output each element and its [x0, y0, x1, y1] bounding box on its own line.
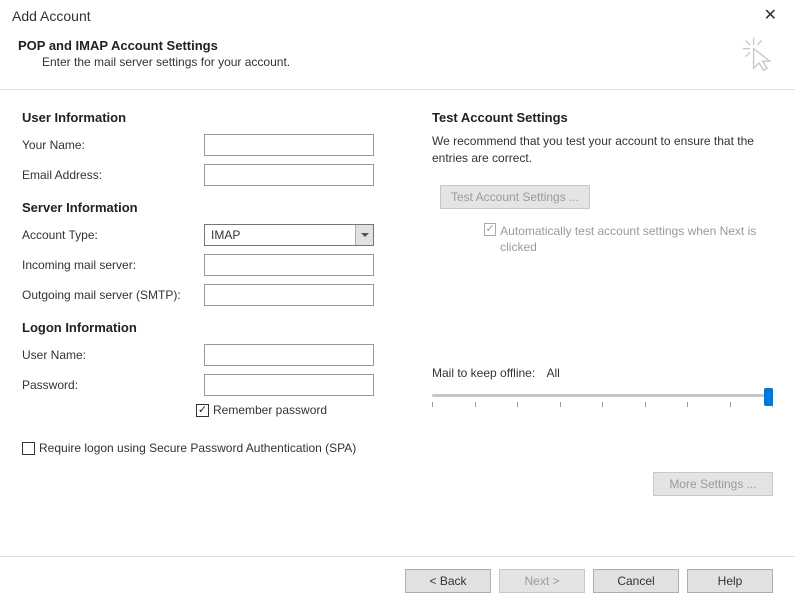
logon-information-heading: Logon Information: [22, 320, 402, 335]
require-spa-checkbox[interactable]: [22, 442, 35, 455]
username-label: User Name:: [22, 348, 204, 362]
header-subheading: Enter the mail server settings for your …: [18, 55, 777, 69]
mail-offline-value: All: [547, 366, 560, 380]
outgoing-server-label: Outgoing mail server (SMTP):: [22, 288, 204, 302]
incoming-server-input[interactable]: [204, 254, 374, 276]
mail-offline-slider[interactable]: [432, 390, 773, 414]
slider-thumb[interactable]: [764, 388, 773, 406]
slider-ticks: [432, 402, 773, 407]
your-name-input[interactable]: [204, 134, 374, 156]
test-account-settings-heading: Test Account Settings: [432, 110, 773, 125]
dialog-footer: < Back Next > Cancel Help: [0, 556, 795, 605]
incoming-server-label: Incoming mail server:: [22, 258, 204, 272]
password-input[interactable]: [204, 374, 374, 396]
password-label: Password:: [22, 378, 204, 392]
email-address-input[interactable]: [204, 164, 374, 186]
next-button[interactable]: Next >: [499, 569, 585, 593]
server-information-heading: Server Information: [22, 200, 402, 215]
remember-password-label: Remember password: [213, 403, 327, 417]
chevron-down-icon: [361, 233, 369, 237]
cursor-click-icon: [741, 36, 777, 72]
dialog-header: POP and IMAP Account Settings Enter the …: [0, 30, 795, 90]
test-account-description: We recommend that you test your account …: [432, 133, 773, 167]
auto-test-label: Automatically test account settings when…: [500, 223, 773, 257]
slider-track: [432, 394, 773, 397]
require-spa-label: Require logon using Secure Password Auth…: [39, 441, 356, 455]
cancel-button[interactable]: Cancel: [593, 569, 679, 593]
user-information-heading: User Information: [22, 110, 402, 125]
window-title: Add Account: [12, 8, 91, 24]
outgoing-server-input[interactable]: [204, 284, 374, 306]
your-name-label: Your Name:: [22, 138, 204, 152]
help-button[interactable]: Help: [687, 569, 773, 593]
mail-offline-label: Mail to keep offline:: [432, 366, 535, 380]
account-type-label: Account Type:: [22, 228, 204, 242]
username-input[interactable]: [204, 344, 374, 366]
account-type-value: IMAP: [211, 228, 240, 242]
remember-password-checkbox[interactable]: [196, 404, 209, 417]
auto-test-checkbox: [484, 223, 496, 236]
account-type-dropdown-button[interactable]: [355, 225, 373, 245]
more-settings-button[interactable]: More Settings ...: [653, 472, 773, 496]
header-heading: POP and IMAP Account Settings: [18, 38, 777, 53]
account-type-select[interactable]: IMAP: [204, 224, 374, 246]
back-button[interactable]: < Back: [405, 569, 491, 593]
email-address-label: Email Address:: [22, 168, 204, 182]
test-account-settings-button[interactable]: Test Account Settings ...: [440, 185, 590, 209]
close-button[interactable]: ✕: [758, 8, 783, 24]
